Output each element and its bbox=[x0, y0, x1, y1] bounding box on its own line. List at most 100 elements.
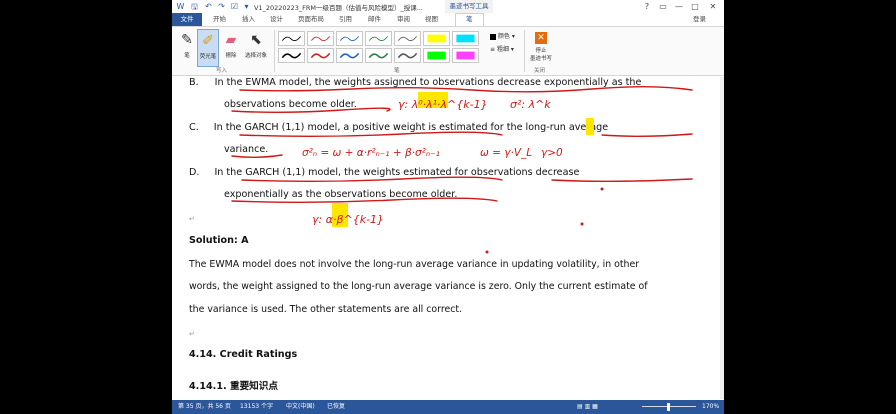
highlight-mark bbox=[332, 203, 348, 227]
close-button[interactable]: ✕ bbox=[706, 0, 720, 13]
thickness-label: 粗细 bbox=[496, 46, 509, 53]
write-group-label: 写入 bbox=[216, 68, 228, 74]
stop-label-1: 停止 bbox=[535, 48, 547, 54]
solution-heading: Solution: A bbox=[189, 235, 249, 246]
option-d-text-2: exponentially as the observations become… bbox=[224, 189, 458, 200]
pen-swatch[interactable] bbox=[307, 31, 334, 46]
status-bar: 第 35 页，共 56 页 13153 个字 中文(中国) 已恢复 ▤ ▥ ▦ … bbox=[172, 400, 724, 414]
underline-stroke bbox=[551, 178, 693, 182]
pen-icon: ✎ bbox=[181, 32, 193, 48]
pen-swatch[interactable] bbox=[394, 48, 421, 63]
option-d-line-1: D. In the GARCH (1,1) model, the weights … bbox=[189, 167, 579, 178]
pen-swatch[interactable] bbox=[365, 31, 392, 46]
tab-file[interactable]: 文件 bbox=[172, 13, 202, 26]
tab-pens[interactable]: 笔 bbox=[455, 13, 484, 26]
stop-inking-button[interactable]: ✕ 停止 墨迹书写 bbox=[528, 29, 554, 71]
solution-line-2: words, the weight assigned to the long-r… bbox=[189, 281, 648, 292]
color-control[interactable]: 颜色 ▾ bbox=[490, 31, 515, 40]
highlighter-swatch[interactable] bbox=[452, 31, 479, 46]
pen-swatch[interactable] bbox=[307, 48, 334, 63]
customize-icon[interactable]: ▾ bbox=[241, 1, 252, 12]
help-button[interactable]: ? bbox=[640, 0, 654, 13]
save-icon[interactable]: 🖫 bbox=[189, 1, 200, 12]
pen-tool-label: 笔 bbox=[184, 53, 190, 59]
highlighter-swatch[interactable] bbox=[423, 31, 450, 46]
option-c-line-2: variance. bbox=[224, 144, 268, 155]
zoom-slider-thumb[interactable] bbox=[667, 403, 670, 411]
pen-swatch[interactable] bbox=[336, 31, 363, 46]
document-page[interactable]: B. In the EWMA model, the weights assigne… bbox=[172, 77, 720, 399]
highlighter-stroke-icon bbox=[456, 51, 475, 60]
pen-swatch[interactable] bbox=[336, 48, 363, 63]
redo-icon[interactable]: ↷ bbox=[216, 1, 227, 12]
option-c-text-2: variance. bbox=[224, 144, 269, 155]
divider bbox=[274, 30, 275, 72]
tab-design[interactable]: 设计 bbox=[270, 13, 283, 26]
tab-mailings[interactable]: 邮件 bbox=[368, 13, 381, 26]
maximize-button[interactable]: □ bbox=[688, 0, 702, 13]
language-indicator[interactable]: 中文(中国) bbox=[286, 400, 315, 414]
login-link[interactable]: 登录 bbox=[693, 13, 706, 26]
tab-home[interactable]: 开始 bbox=[213, 13, 226, 26]
option-c-line-1: C. In the GARCH (1,1) model, a positive w… bbox=[189, 122, 608, 133]
select-objects-label: 选择对象 bbox=[244, 53, 267, 59]
eraser-tool-label: 擦除 bbox=[225, 53, 237, 59]
option-b-text: In the EWMA model, the weights assigned … bbox=[214, 77, 642, 88]
highlighter-tool-label: 荧光笔 bbox=[199, 54, 217, 60]
checkbox-icon[interactable]: ☑ bbox=[229, 1, 240, 12]
highlighter-swatch[interactable] bbox=[423, 48, 450, 63]
word-count[interactable]: 13153 个字 bbox=[240, 400, 273, 414]
word-window: W 🖫 ↶ ↷ ☑ ▾ V1_20220223_FRM一级百题（估值与风险模型）… bbox=[172, 0, 724, 414]
ribbon-tabs: 文件 开始 插入 设计 页面布局 引用 邮件 审阅 视图 笔 登录 bbox=[172, 13, 724, 26]
select-cursor-icon: ⬉ bbox=[250, 32, 262, 48]
pen-stroke-icon bbox=[369, 36, 388, 42]
ribbon-display-button[interactable]: ▭ bbox=[656, 0, 670, 13]
eraser-tool[interactable]: ▰ 擦除 bbox=[220, 29, 242, 67]
pen-swatch[interactable] bbox=[394, 31, 421, 46]
view-mode-icons[interactable]: ▤ ▥ ▦ bbox=[577, 400, 598, 414]
pen-stroke-icon bbox=[397, 52, 418, 59]
highlight-mark bbox=[418, 92, 448, 108]
select-objects-tool[interactable]: ⬉ 选择对象 bbox=[242, 29, 270, 67]
ink-dot bbox=[485, 250, 489, 254]
highlighter-swatch[interactable] bbox=[452, 48, 479, 63]
ink-tools-context-label: 墨迹书写工具 bbox=[445, 0, 493, 13]
ink-dot bbox=[580, 222, 584, 226]
undo-icon[interactable]: ↶ bbox=[203, 1, 214, 12]
vertical-scrollbar[interactable] bbox=[720, 77, 724, 399]
tab-review[interactable]: 审阅 bbox=[397, 13, 410, 26]
highlighter-tool[interactable]: ✐ 荧光笔 bbox=[197, 29, 219, 67]
paragraph-mark: ↵ bbox=[189, 330, 195, 338]
highlighter-icon: ✐ bbox=[202, 33, 214, 49]
pen-tool[interactable]: ✎ 笔 bbox=[176, 29, 198, 67]
zoom-level[interactable]: 170% bbox=[702, 400, 719, 414]
page-counter[interactable]: 第 35 页，共 56 页 bbox=[178, 400, 231, 414]
ribbon-pens: ✎ 笔 ✐ 荧光笔 ▰ 擦除 ⬉ 选择对象 写入 颜色 ▾ ≡ 粗细 ▾ 笔 ✕… bbox=[172, 26, 724, 76]
tab-page-layout[interactable]: 页面布局 bbox=[298, 13, 324, 26]
underline-stroke bbox=[601, 133, 693, 137]
tab-references[interactable]: 引用 bbox=[339, 13, 352, 26]
option-b-line-2: observations become older. bbox=[224, 99, 357, 110]
subsection-heading: 4.14.1. 重要知识点 bbox=[189, 381, 278, 392]
stop-label-2: 墨迹书写 bbox=[529, 56, 552, 62]
handwriting-garch-formula: σ²ₙ = ω + α·r²ₙ₋₁ + β·σ²ₙ₋₁ bbox=[302, 147, 440, 159]
tab-view[interactable]: 视图 bbox=[425, 13, 438, 26]
minimize-button[interactable]: — bbox=[672, 0, 686, 13]
thickness-control[interactable]: ≡ 粗细 ▾ bbox=[490, 44, 514, 53]
stop-icon: ✕ bbox=[535, 32, 547, 44]
solution-line-3: the variance is used. The other statemen… bbox=[189, 304, 463, 315]
pen-swatch[interactable] bbox=[278, 31, 305, 46]
tab-insert[interactable]: 插入 bbox=[242, 13, 255, 26]
option-b-line-1: B. In the EWMA model, the weights assigne… bbox=[189, 77, 641, 88]
pen-swatch[interactable] bbox=[278, 48, 305, 63]
underline-stroke bbox=[231, 154, 283, 158]
option-c-letter: C. bbox=[189, 122, 199, 133]
pen-stroke-icon bbox=[368, 52, 389, 59]
pen-swatch[interactable] bbox=[365, 48, 392, 63]
pen-stroke-icon bbox=[340, 36, 359, 42]
pen-stroke-icon bbox=[339, 52, 360, 59]
color-label: 颜色 bbox=[497, 33, 510, 40]
paragraph-mark: ↵ bbox=[189, 215, 195, 223]
color-swatch-icon bbox=[490, 33, 496, 40]
option-d-letter: D. bbox=[189, 167, 200, 178]
